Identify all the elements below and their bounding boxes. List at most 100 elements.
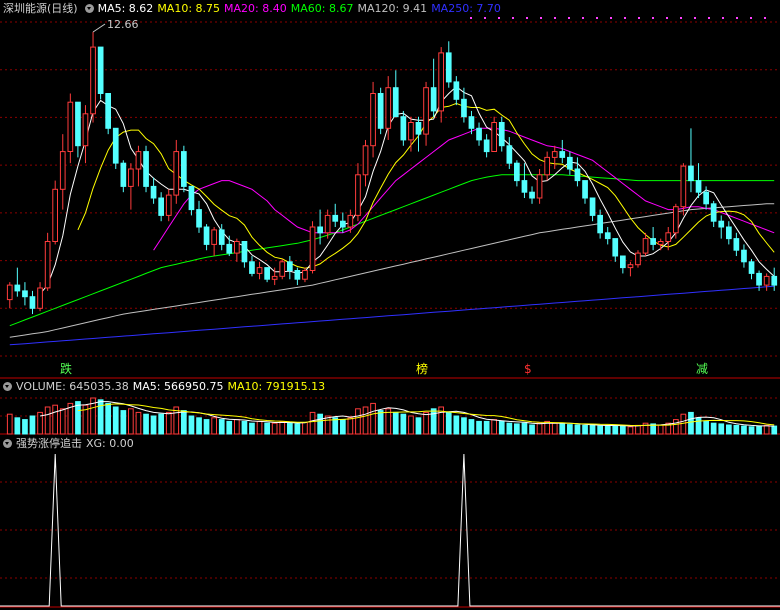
candle-body xyxy=(521,180,528,193)
volume-bar xyxy=(44,406,51,435)
volume-bar xyxy=(453,415,460,435)
candle-body xyxy=(703,191,709,205)
candle-body xyxy=(75,101,81,147)
top-dot-marker xyxy=(470,17,472,19)
candle-body xyxy=(181,151,187,187)
volume-bar xyxy=(657,424,664,435)
candle-body xyxy=(22,290,28,298)
candle-body xyxy=(476,127,482,141)
volume-bar xyxy=(279,420,286,435)
top-dot-marker xyxy=(498,17,500,19)
candle-body xyxy=(498,122,505,147)
candle-body xyxy=(203,226,210,245)
candle-body xyxy=(218,229,225,245)
main-settings-icon[interactable] xyxy=(84,3,94,13)
top-dot-marker xyxy=(624,17,626,19)
candle-body xyxy=(771,275,778,286)
candle-body xyxy=(635,252,641,266)
marker-die[interactable]: 跌 xyxy=(60,362,72,376)
candle-body xyxy=(642,238,649,254)
candle-body xyxy=(196,209,202,228)
volume-bar xyxy=(710,422,717,435)
top-dot-marker xyxy=(568,17,570,19)
volume-bar xyxy=(143,413,149,435)
candle-body xyxy=(165,194,172,216)
candle-body xyxy=(756,272,762,286)
marker-dollar[interactable]: $ xyxy=(524,362,532,376)
volume-bar xyxy=(695,417,702,435)
candle-body xyxy=(97,46,104,94)
volume-bar xyxy=(748,426,755,435)
candle-body xyxy=(105,93,112,129)
volume-bar xyxy=(14,417,21,435)
candle-body xyxy=(158,197,165,216)
candle-body xyxy=(362,145,369,176)
top-dot-marker xyxy=(708,17,710,19)
candle-body xyxy=(226,243,233,254)
candle-body xyxy=(309,226,316,271)
ma250-line xyxy=(9,285,775,346)
candle-body xyxy=(430,87,437,112)
candle-body xyxy=(135,151,142,170)
candle-body xyxy=(294,270,301,280)
volume-bar xyxy=(75,401,81,435)
volume-bar xyxy=(756,425,762,435)
volume-bar xyxy=(491,419,497,435)
volume-bar xyxy=(574,424,581,435)
volume-bar xyxy=(59,408,66,435)
candle-body xyxy=(302,270,308,280)
volume-bar xyxy=(506,422,513,435)
volume-bar xyxy=(461,417,467,435)
volume-bar xyxy=(582,424,588,435)
indicator-xg-label: XG: 0.00 xyxy=(86,436,134,450)
candle-body xyxy=(589,197,596,216)
volume-bar xyxy=(430,408,437,435)
volume-bar xyxy=(733,424,740,435)
volume-bar xyxy=(445,411,452,435)
volume-bar xyxy=(597,425,603,435)
ma10-label: MA10: 8.75 xyxy=(157,1,221,15)
volume-bar xyxy=(635,424,641,435)
ma120-line xyxy=(9,203,775,338)
candle-body xyxy=(82,113,89,147)
candle-body xyxy=(317,226,323,234)
candle-body xyxy=(461,98,467,118)
volume-bar xyxy=(264,422,270,435)
candle-body xyxy=(370,93,376,147)
volume-bar xyxy=(203,419,210,435)
candle-body xyxy=(673,206,679,234)
top-dot-marker xyxy=(750,17,752,19)
candle-body xyxy=(763,275,770,286)
candle-body xyxy=(377,93,384,129)
top-dot-marker xyxy=(638,17,640,19)
candle-body xyxy=(733,238,740,251)
candle-body xyxy=(67,101,74,152)
candle-body xyxy=(445,52,452,83)
volume-bar xyxy=(771,425,778,435)
candle-body xyxy=(514,162,520,182)
candle-body xyxy=(657,241,664,245)
volume-bar xyxy=(309,411,316,435)
volume-bar xyxy=(188,415,195,435)
candle-body xyxy=(234,241,240,254)
volume-bar xyxy=(181,410,187,435)
candle-body xyxy=(400,116,407,141)
volume-bar xyxy=(287,422,293,435)
candle-body xyxy=(324,214,331,234)
volume-settings-icon[interactable] xyxy=(3,381,12,391)
volume-bar xyxy=(476,420,482,435)
marker-jian[interactable]: 减 xyxy=(696,362,708,376)
candle-body xyxy=(188,185,195,211)
volume-bar xyxy=(559,423,566,435)
indicator-settings-icon[interactable] xyxy=(3,438,12,448)
candle-body xyxy=(544,156,550,176)
stock-chart-canvas[interactable]: 12.66 xyxy=(0,0,780,610)
candle-body xyxy=(90,46,96,115)
candle-body xyxy=(506,145,513,164)
candle-body xyxy=(695,180,702,193)
volume-bar xyxy=(468,419,475,435)
marker-bang[interactable]: 榜 xyxy=(416,362,428,376)
volume-bar xyxy=(718,423,725,435)
volume-bar xyxy=(355,408,361,435)
volume-bar xyxy=(415,417,422,435)
